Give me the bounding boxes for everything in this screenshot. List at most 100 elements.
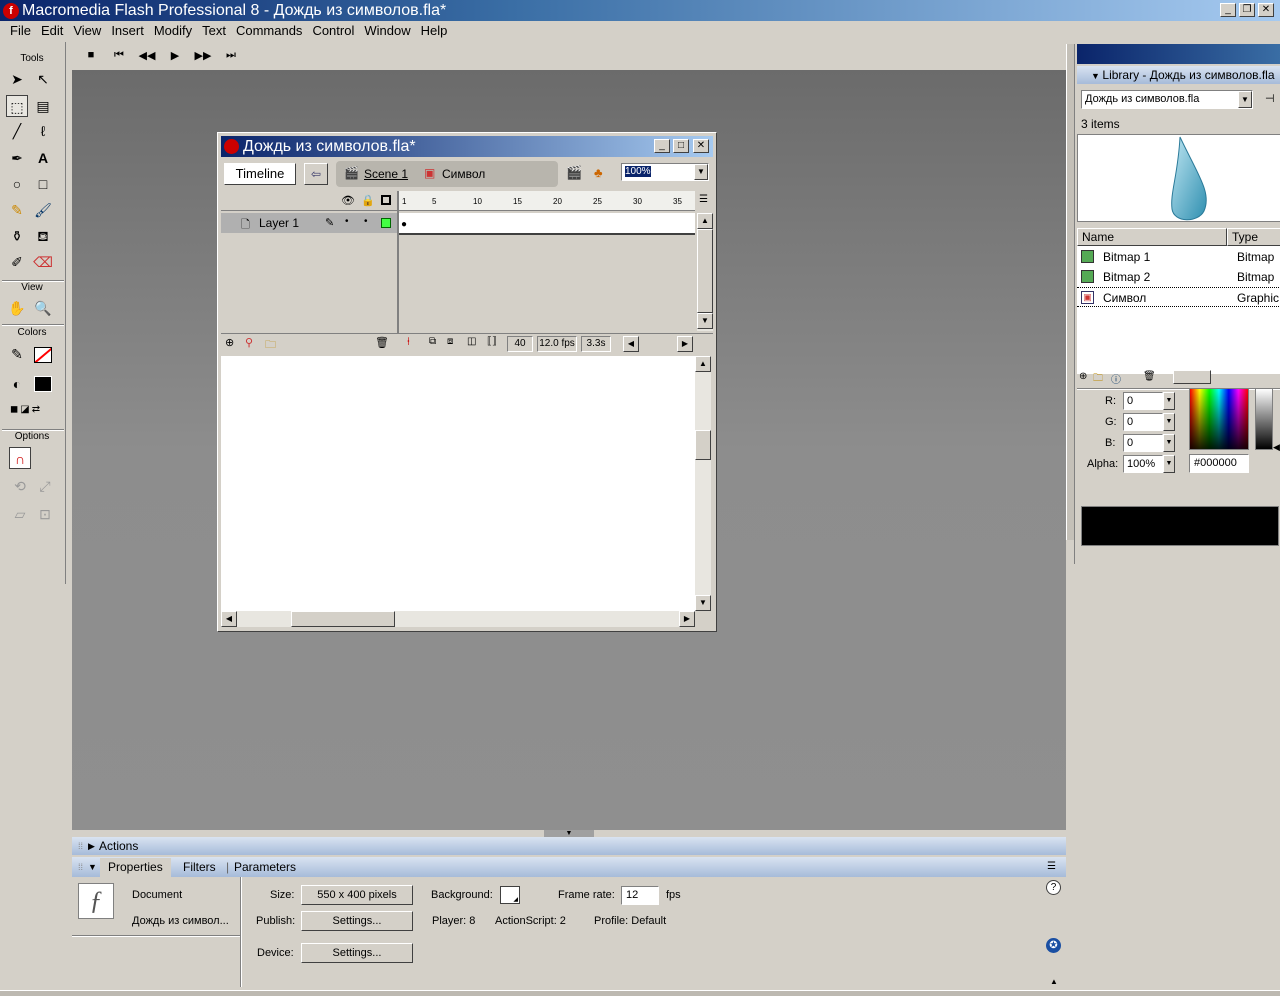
keyframe-dot[interactable]: ● bbox=[401, 219, 407, 230]
frame-rate-input[interactable]: 12 bbox=[621, 886, 659, 905]
lasso-tool-icon[interactable]: ℓ bbox=[32, 120, 54, 142]
eye-icon[interactable]: 👁 bbox=[341, 194, 355, 207]
rectangle-tool-icon[interactable]: □ bbox=[32, 173, 54, 195]
menu-modify[interactable]: Modify bbox=[149, 21, 197, 40]
accessibility-icon[interactable]: ✪ bbox=[1046, 938, 1061, 953]
arrow-tool-icon[interactable]: ➤ bbox=[6, 68, 28, 90]
green-dropdown[interactable]: ▼ bbox=[1163, 413, 1175, 431]
red-dropdown[interactable]: ▼ bbox=[1163, 392, 1175, 410]
stroke-color-icon[interactable]: ✎ bbox=[6, 343, 28, 365]
visibility-dot[interactable]: • bbox=[345, 216, 349, 227]
timeline-toggle-button[interactable]: Timeline bbox=[224, 163, 296, 185]
play-icon[interactable]: ▶ bbox=[166, 49, 184, 62]
flash-app-icon[interactable]: f bbox=[3, 3, 19, 19]
breadcrumb-scene[interactable]: Scene 1 bbox=[364, 167, 408, 181]
timeline-vscroll[interactable]: ▲ ▼ bbox=[697, 213, 713, 331]
list-item[interactable]: Bitmap 1 Bitmap bbox=[1077, 247, 1280, 267]
menu-file[interactable]: File bbox=[5, 21, 36, 40]
smooth-icon[interactable]: ⟲ bbox=[9, 475, 31, 497]
actions-panel-bar[interactable]: ⁞⁞ ▶ Actions bbox=[72, 837, 1066, 855]
timeline-divider[interactable] bbox=[397, 191, 399, 333]
menu-control[interactable]: Control bbox=[307, 21, 359, 40]
list-item[interactable]: ▣ Символ Graphic bbox=[1077, 287, 1280, 307]
alpha-input[interactable]: 100% bbox=[1123, 455, 1163, 473]
splitter-collapse-icon[interactable]: ▼ bbox=[544, 830, 594, 837]
color-spectrum[interactable] bbox=[1189, 388, 1249, 450]
new-folder-icon[interactable]: 🗀 bbox=[1093, 371, 1103, 388]
zoom-tool-icon[interactable]: 🔍 bbox=[32, 297, 54, 319]
lock-dot[interactable]: • bbox=[364, 216, 368, 227]
library-title-bar[interactable]: ▼ Library - Дождь из символов.fla bbox=[1077, 66, 1280, 84]
brush-tool-icon[interactable]: 🖌 bbox=[32, 199, 54, 221]
rotate-skew-icon[interactable]: ▱ bbox=[9, 503, 31, 525]
timeline-menu-icon[interactable]: ☰ bbox=[699, 194, 708, 205]
delete-layer-icon[interactable]: 🗑 bbox=[375, 336, 389, 349]
eraser-tool-icon[interactable]: ⌫ bbox=[32, 251, 54, 273]
line-tool-icon[interactable]: ╱ bbox=[6, 120, 28, 142]
library-doc-select[interactable]: Дождь из символов.fla ▼ bbox=[1081, 90, 1253, 109]
fill-swatch[interactable] bbox=[34, 376, 52, 392]
chevron-down-icon[interactable]: ▼ bbox=[694, 164, 708, 180]
blue-input[interactable]: 0 bbox=[1123, 434, 1163, 452]
tab-properties[interactable]: Properties bbox=[100, 858, 171, 877]
properties-info-icon[interactable]: ⓘ bbox=[1111, 371, 1121, 386]
onion-skin-icon[interactable]: ⧉ bbox=[429, 336, 436, 347]
outline-color-square[interactable] bbox=[381, 218, 391, 228]
doc-close-button[interactable]: ✕ bbox=[693, 139, 709, 153]
scale-icon[interactable]: ⤢ bbox=[34, 475, 56, 497]
panel-menu-icon[interactable]: ☰ bbox=[1047, 857, 1056, 877]
hand-tool-icon[interactable]: ✋ bbox=[6, 297, 28, 319]
go-to-end-icon[interactable]: ⏭ bbox=[222, 49, 240, 62]
menu-text[interactable]: Text bbox=[197, 21, 231, 40]
menu-edit[interactable]: Edit bbox=[36, 21, 68, 40]
bottom-splitter[interactable]: ▼ bbox=[72, 830, 1066, 837]
edit-scene-icon[interactable]: 🎬 bbox=[566, 165, 582, 181]
add-folder-icon[interactable]: 🗀 bbox=[265, 336, 276, 355]
stage-canvas[interactable] bbox=[221, 356, 695, 611]
library-hscroll-thumb[interactable] bbox=[1173, 370, 1211, 384]
restore-button[interactable]: ❐ bbox=[1239, 3, 1255, 17]
rewind-icon[interactable]: ⏮ bbox=[110, 49, 128, 62]
scroll-left-icon[interactable]: ◀ bbox=[623, 336, 639, 352]
eyedropper-tool-icon[interactable]: ✐ bbox=[6, 251, 28, 273]
brightness-slider[interactable] bbox=[1255, 388, 1273, 450]
stop-icon[interactable]: ■ bbox=[82, 49, 100, 61]
tab-filters[interactable]: Filters bbox=[183, 857, 216, 877]
step-forward-icon[interactable]: ▶▶ bbox=[194, 49, 212, 62]
breadcrumb-symbol[interactable]: Символ bbox=[442, 167, 485, 181]
minimize-button[interactable]: _ bbox=[1220, 3, 1236, 17]
new-symbol-icon[interactable]: ⊕ bbox=[1079, 371, 1087, 382]
green-input[interactable]: 0 bbox=[1123, 413, 1163, 431]
lock-icon[interactable]: 🔒 bbox=[361, 194, 375, 207]
pin-icon[interactable]: ⊣ bbox=[1265, 92, 1275, 105]
pen-tool-icon[interactable]: ✒ bbox=[6, 147, 28, 169]
collapse-triangle-icon[interactable]: ▼ bbox=[88, 857, 97, 877]
snap-magnet-icon[interactable]: ∩ bbox=[9, 447, 31, 469]
free-transform-tool-icon[interactable]: ⬚ bbox=[6, 95, 28, 117]
step-back-icon[interactable]: ◀◀ bbox=[138, 49, 156, 62]
edit-multiple-icon[interactable]: ◫ bbox=[467, 336, 476, 347]
distort-icon[interactable]: ⊡ bbox=[34, 503, 56, 525]
publish-settings-button[interactable]: Settings... bbox=[301, 911, 413, 931]
hex-input[interactable]: #000000 bbox=[1189, 454, 1249, 473]
close-button[interactable]: ✕ bbox=[1258, 3, 1274, 17]
background-color-swatch[interactable]: ◢ bbox=[500, 886, 520, 904]
swap-colors-icon[interactable]: ◼◪⇄ bbox=[10, 404, 42, 415]
doc-maximize-button[interactable]: □ bbox=[673, 139, 689, 153]
text-tool-icon[interactable]: A bbox=[32, 147, 54, 169]
subselect-tool-icon[interactable]: ↖ bbox=[32, 68, 54, 90]
outline-icon[interactable] bbox=[381, 195, 391, 205]
ink-bottle-tool-icon[interactable]: ⚱ bbox=[6, 225, 28, 247]
menu-commands[interactable]: Commands bbox=[231, 21, 307, 40]
canvas-vscroll[interactable]: ▲ ▼ bbox=[695, 356, 711, 611]
oval-tool-icon[interactable]: ○ bbox=[6, 173, 28, 195]
layer-row[interactable]: 🗋 Layer 1 ✎ • • bbox=[221, 213, 397, 233]
blue-dropdown[interactable]: ▼ bbox=[1163, 434, 1175, 452]
delete-icon[interactable]: 🗑 bbox=[1143, 371, 1156, 382]
zoom-select[interactable]: 100% ▼ bbox=[621, 163, 709, 181]
fill-color-icon[interactable]: ◐ bbox=[6, 373, 28, 395]
stroke-swatch[interactable] bbox=[34, 347, 52, 363]
frame-row[interactable]: ● bbox=[399, 213, 695, 235]
onion-markers-icon[interactable]: ⟦⟧ bbox=[487, 336, 497, 347]
help-icon[interactable]: ? bbox=[1046, 880, 1061, 895]
